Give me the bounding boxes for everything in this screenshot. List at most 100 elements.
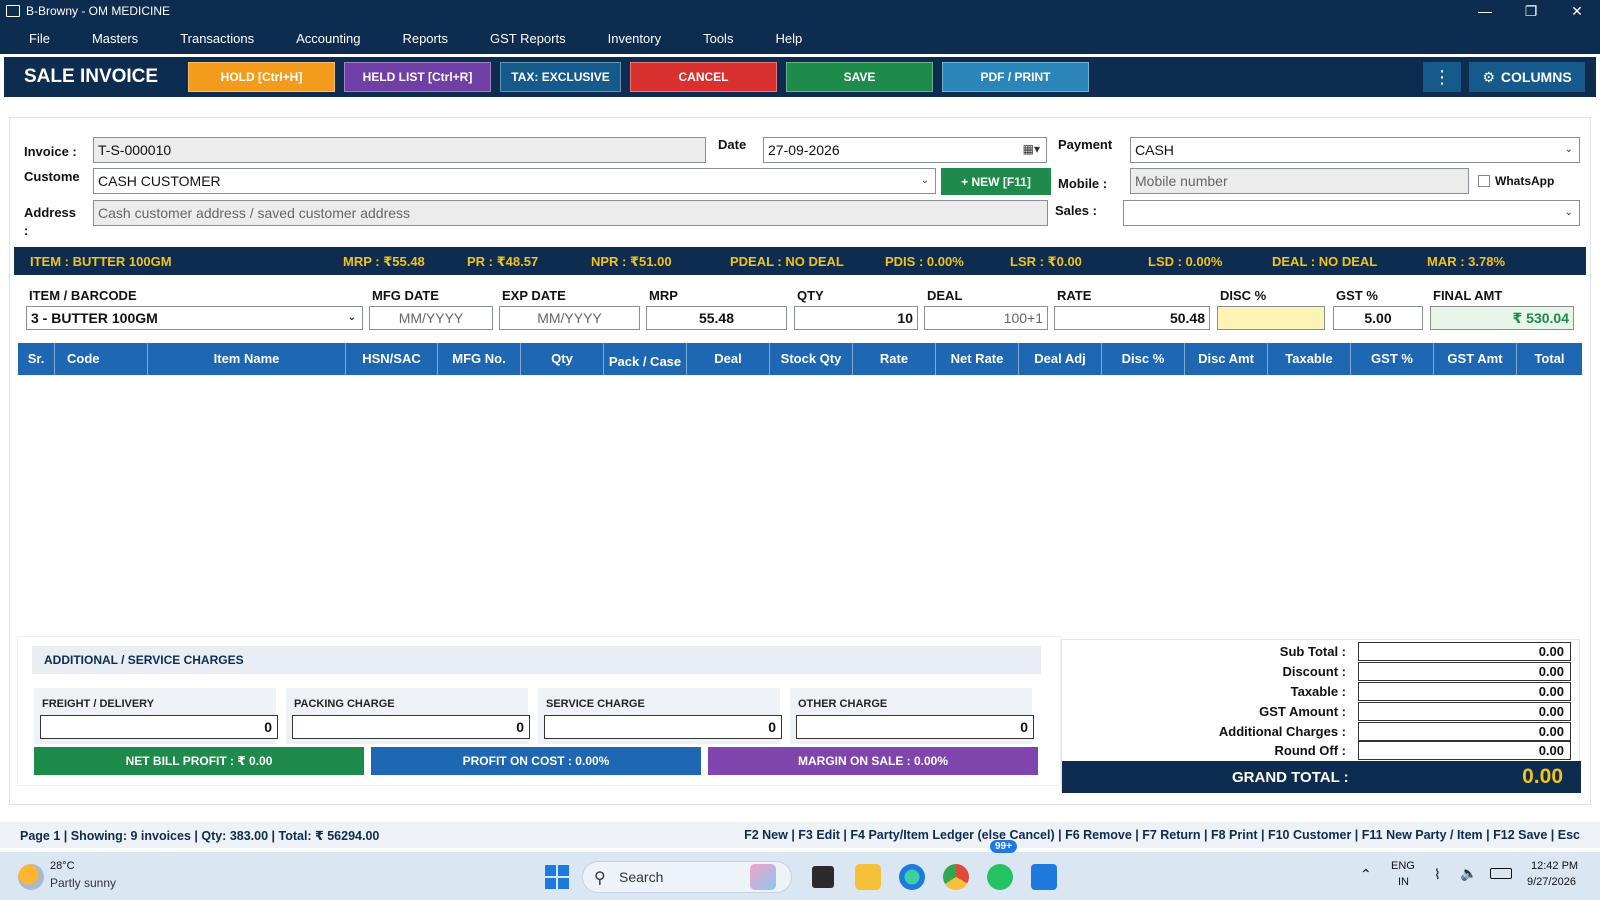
col-item-name[interactable]: Item Name [148,343,346,375]
app-icon [6,5,20,17]
cancel-button[interactable]: CANCEL [630,62,777,92]
page-title: SALE INVOICE [24,66,159,87]
col-disc-pct[interactable]: Disc % [1102,343,1185,375]
rate-input[interactable]: 50.48 [1054,306,1210,330]
restore-icon[interactable]: ❐ [1508,0,1554,22]
additional-charges-value: 0.00 [1358,722,1571,741]
other-input[interactable]: 0 [796,715,1034,739]
col-gst-pct[interactable]: GST % [1351,343,1434,375]
col-pack-case[interactable]: Pack / Case [604,343,687,375]
packing-label: PACKING CHARGE [294,698,395,710]
col-net-rate[interactable]: Net Rate [936,343,1019,375]
rate-label: RATE [1057,288,1092,303]
final-amount-value: ₹ 530.04 [1430,306,1574,330]
mobile-label: Mobile : [1058,176,1108,191]
edge-browser-icon[interactable] [899,864,925,890]
menu-masters[interactable]: Masters [71,31,159,46]
menu-transactions[interactable]: Transactions [159,31,275,46]
held-list-button[interactable]: HELD LIST [Ctrl+R] [344,62,491,92]
col-total[interactable]: Total [1517,343,1582,375]
menu-accounting[interactable]: Accounting [275,31,381,46]
col-gst-amt[interactable]: GST Amt [1434,343,1517,375]
item-barcode-value: 3 - BUTTER 100GM [31,310,158,326]
chevron-up-icon[interactable]: ⌃ [1360,866,1372,883]
disc-input[interactable] [1217,306,1325,330]
calendar-icon[interactable]: ▦▾ [1023,142,1040,156]
col-mfg-no[interactable]: MFG No. [438,343,521,375]
qty-input[interactable]: 10 [794,306,918,330]
menu-tools[interactable]: Tools [682,31,754,46]
hold-button[interactable]: HOLD [Ctrl+H] [188,62,335,92]
menu-file[interactable]: File [0,31,71,46]
menu-inventory[interactable]: Inventory [587,31,682,46]
volume-icon[interactable]: 🔈 [1460,865,1477,882]
date-label: Date [718,137,747,152]
search-icon: ⚲ [594,870,606,887]
mfg-date-input[interactable]: MM/YYYY [369,306,493,330]
widgets-icon[interactable] [750,864,776,890]
windows-start-icon[interactable] [545,865,569,889]
mrp-input[interactable]: 55.48 [646,306,787,330]
pdf-print-button[interactable]: PDF / PRINT [942,62,1089,92]
payment-select[interactable]: CASH ⌄ [1130,137,1580,163]
col-taxable[interactable]: Taxable [1268,343,1351,375]
close-icon[interactable]: ✕ [1554,0,1600,22]
wifi-icon[interactable]: ⌇ [1434,866,1441,883]
packing-input[interactable]: 0 [292,715,530,739]
deal-input[interactable]: 100+1 [924,306,1048,330]
exp-date-input[interactable]: MM/YYYY [499,306,640,330]
round-off-label: Round Off : [1274,743,1346,758]
minimize-icon[interactable]: — [1462,0,1508,22]
clock-date[interactable]: 9/27/2026 [1527,876,1576,888]
address-input[interactable]: Cash customer address / saved customer a… [93,200,1048,226]
mobile-input[interactable]: Mobile number [1130,168,1469,194]
service-input[interactable]: 0 [544,715,782,739]
item-barcode-select[interactable]: 3 - BUTTER 100GM ⌄ [26,306,363,330]
date-field[interactable]: 27-09-2026 ▦▾ [763,137,1047,163]
battery-icon[interactable] [1490,868,1512,879]
col-deal-adj[interactable]: Deal Adj [1019,343,1102,375]
qty-label: QTY [797,288,824,303]
language-2[interactable]: IN [1398,876,1409,888]
subtotal-label: Sub Total : [1279,644,1346,659]
col-qty[interactable]: Qty [521,343,604,375]
deal-label: DEAL [927,288,963,303]
search-label: Search [619,869,664,885]
item-info-bar: ITEM : BUTTER 100GM MRP : ₹55.48 PR : ₹4… [14,247,1586,275]
customer-select[interactable]: CASH CUSTOMER ⌄ [93,168,936,194]
new-customer-button[interactable]: + NEW [F11] [941,168,1051,195]
grand-total-label: GRAND TOTAL : [1232,769,1349,786]
language-1[interactable]: ENG [1391,860,1415,872]
sales-label: Sales : [1055,203,1097,218]
col-disc-amt[interactable]: Disc Amt [1185,343,1268,375]
additional-charges-panel: ADDITIONAL / SERVICE CHARGES FREIGHT / D… [17,636,1061,786]
tax-mode-button[interactable]: TAX: EXCLUSIVE [500,62,621,92]
menu-help[interactable]: Help [754,31,823,46]
clock-time[interactable]: 12:42 PM [1531,860,1578,872]
col-code[interactable]: Code [55,343,148,375]
menu-gst-reports[interactable]: GST Reports [469,31,587,46]
save-button[interactable]: SAVE [786,62,933,92]
items-table-body[interactable] [18,375,1582,630]
file-explorer-icon[interactable] [855,864,881,890]
vscode-icon[interactable] [1031,864,1057,890]
freight-input[interactable]: 0 [40,715,278,739]
whatsapp-checkbox[interactable] [1478,175,1490,187]
col-deal[interactable]: Deal [687,343,770,375]
col-rate[interactable]: Rate [853,343,936,375]
whatsapp-app-icon[interactable] [987,864,1013,890]
gst-input[interactable]: 5.00 [1333,306,1423,330]
col-hsn[interactable]: HSN/SAC [346,343,438,375]
col-stock-qty[interactable]: Stock Qty [770,343,853,375]
task-view-icon[interactable] [812,866,834,888]
col-sr[interactable]: Sr. [18,343,55,375]
columns-button[interactable]: ⚙ COLUMNS [1469,62,1585,92]
salesman-select[interactable]: ⌄ [1123,200,1580,226]
weather-icon[interactable] [18,864,44,890]
invoice-number-field[interactable]: T-S-000010 [93,137,706,163]
menu-reports[interactable]: Reports [381,31,469,46]
more-options-icon[interactable]: ⋮ [1423,62,1461,92]
payment-value: CASH [1135,142,1174,158]
os-taskbar: 28°C Partly sunny ⚲ Search 99+ ⌃ ENG IN … [0,840,1600,900]
chrome-browser-icon[interactable] [943,864,969,890]
